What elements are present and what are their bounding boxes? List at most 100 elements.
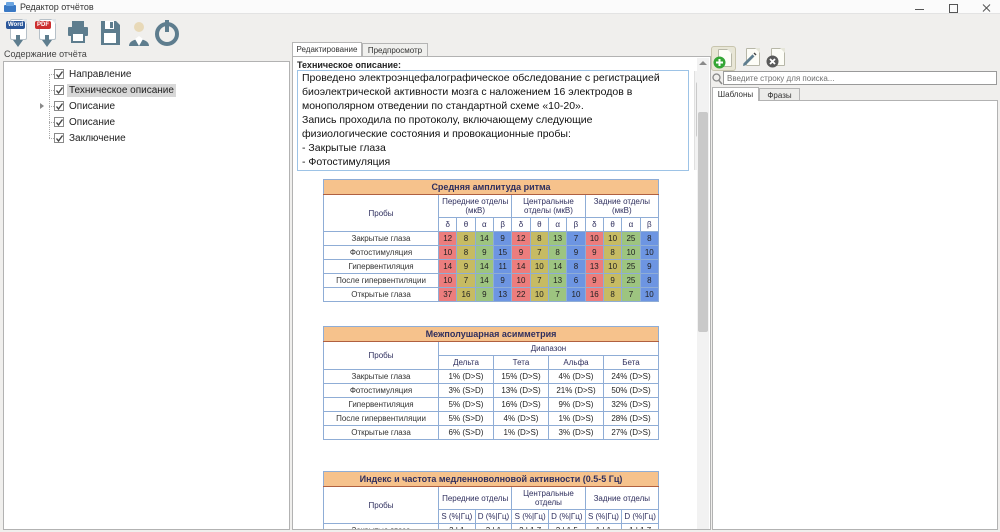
table-cell: 9 xyxy=(493,274,511,288)
table-row-label: Гипервентиляция xyxy=(324,398,439,412)
toolbar: Word PDF xyxy=(0,15,1000,57)
table-row-label: Открытые глаза xyxy=(324,288,439,302)
pencil-icon xyxy=(741,51,758,68)
table-cell: 10 xyxy=(530,288,548,302)
export-pdf-button[interactable]: PDF xyxy=(35,18,62,52)
table-cell: 6% (S>D) xyxy=(439,426,494,440)
table-cell: 9 xyxy=(640,260,658,274)
table-cell: 1% (D>S) xyxy=(494,426,549,440)
sidebar-item[interactable]: Заключение xyxy=(44,130,179,146)
table-subcol-header: α xyxy=(622,218,640,232)
table-title: Индекс и частота медленноволновой активн… xyxy=(324,472,659,487)
table-subcol-header: α xyxy=(548,218,566,232)
save-button[interactable] xyxy=(96,18,123,52)
table-cell: 9 xyxy=(585,274,603,288)
add-template-button[interactable] xyxy=(711,46,736,71)
table-cell: 27% (D>S) xyxy=(604,426,659,440)
tab-templates[interactable]: Шаблоны xyxy=(712,87,759,101)
table-cell: 13 xyxy=(548,232,566,246)
pdf-badge: PDF xyxy=(35,21,51,29)
table-subcol-header: δ xyxy=(439,218,457,232)
sidebar-item[interactable]: Техническое описание xyxy=(44,82,179,98)
panel-scrollbar[interactable] xyxy=(697,58,709,529)
minimize-button[interactable] xyxy=(912,3,928,12)
edit-template-button[interactable] xyxy=(740,46,765,71)
table-subcol-header: Тета xyxy=(494,356,549,370)
table-cell: 16 xyxy=(457,288,475,302)
table-cell: 32% (D>S) xyxy=(604,398,659,412)
close-button[interactable] xyxy=(978,3,994,12)
table-subcol-header: β xyxy=(640,218,658,232)
expander-icon[interactable] xyxy=(40,103,44,109)
table-cell: 5% (D>S) xyxy=(439,398,494,412)
checkbox[interactable] xyxy=(54,117,64,127)
table-cell: 10 xyxy=(603,232,621,246)
table-cell: 7 xyxy=(622,288,640,302)
delete-template-button[interactable] xyxy=(765,46,790,71)
table-cell: 9 xyxy=(475,246,493,260)
maximize-button[interactable] xyxy=(946,3,962,12)
checkbox[interactable] xyxy=(54,133,64,143)
table-row-label: После гипервентиляции xyxy=(324,412,439,426)
power-button[interactable] xyxy=(153,18,180,52)
table-cell: 7 xyxy=(530,274,548,288)
sidebar-item[interactable]: Описание xyxy=(44,114,179,130)
table-subcol-header: δ xyxy=(585,218,603,232)
table-cell: 10 xyxy=(640,246,658,260)
sidebar-item[interactable]: Направление xyxy=(44,66,179,82)
search-input[interactable] xyxy=(723,71,997,85)
report-table: Индекс и частота медленноволновой активн… xyxy=(323,471,659,530)
table-cell: 3 | 1 xyxy=(439,524,476,531)
table-cell: 9 xyxy=(457,260,475,274)
table-cell: 15% (D>S) xyxy=(494,370,549,384)
table-subcol-header: θ xyxy=(603,218,621,232)
field-label: Техническое описание: xyxy=(297,60,401,70)
report-table: Средняя амплитуда ритмаПробыПередние отд… xyxy=(323,179,659,302)
table-cell: 7 xyxy=(548,288,566,302)
table-cell: 16 xyxy=(585,288,603,302)
sidebar-item-label: Заключение xyxy=(67,132,128,145)
table-row-label: Фотостимуляция xyxy=(324,246,439,260)
patient-button[interactable] xyxy=(125,18,152,52)
sidebar-item[interactable]: Описание xyxy=(44,98,179,114)
table-cell: 10 xyxy=(439,246,457,260)
tab-preview[interactable]: Предпросмотр xyxy=(362,43,428,56)
table-group-header: Задние отделы (мкВ) xyxy=(585,195,658,218)
table-cell: 13 xyxy=(585,260,603,274)
print-button[interactable] xyxy=(64,18,91,52)
checkbox[interactable] xyxy=(54,69,64,79)
table-cell: 12 xyxy=(439,232,457,246)
x-circle-icon xyxy=(766,55,779,68)
table-group-header: Передние отделы (мкВ) xyxy=(439,195,512,218)
scroll-thumb[interactable] xyxy=(698,112,708,332)
checkbox[interactable] xyxy=(54,85,64,95)
table-row-label: Открытые глаза xyxy=(324,426,439,440)
table-cell: 14 xyxy=(512,260,530,274)
table-subcol-header: Бета xyxy=(604,356,659,370)
report-contents-tree: НаправлениеТехническое описаниеОписаниеО… xyxy=(3,61,290,530)
export-word-button[interactable]: Word xyxy=(6,18,33,52)
table-cell: 10 xyxy=(439,274,457,288)
tab-editing[interactable]: Редактирование xyxy=(292,42,362,56)
table-cell: 8 xyxy=(603,246,621,260)
technical-description-textarea[interactable]: Проведено электроэнцефалографическое обс… xyxy=(297,70,689,171)
table-subcol-header: Дельта xyxy=(439,356,494,370)
table-row-label: Закрытые глаза xyxy=(324,524,439,531)
table-group-header: Задние отделы xyxy=(585,487,658,510)
table-title: Средняя амплитуда ритма xyxy=(324,180,659,195)
check-icon xyxy=(55,86,64,95)
templates-list[interactable] xyxy=(712,100,998,530)
table-cell: 13 xyxy=(548,274,566,288)
editor-panel: Техническое описание: Проведено электроэ… xyxy=(292,56,711,530)
checkbox[interactable] xyxy=(54,101,64,111)
table-cell: 11 xyxy=(493,260,511,274)
table-cell: 37 xyxy=(439,288,457,302)
table-cell: 25 xyxy=(622,274,640,288)
scroll-up-icon[interactable] xyxy=(699,61,707,65)
table-cell: 10 xyxy=(622,246,640,260)
table-cell: 1 | 1,7 xyxy=(622,524,659,531)
table-cell: 7 xyxy=(457,274,475,288)
table-cell: 9 xyxy=(493,232,511,246)
table-subcol-header: θ xyxy=(530,218,548,232)
table-cell: 16% (D>S) xyxy=(494,398,549,412)
